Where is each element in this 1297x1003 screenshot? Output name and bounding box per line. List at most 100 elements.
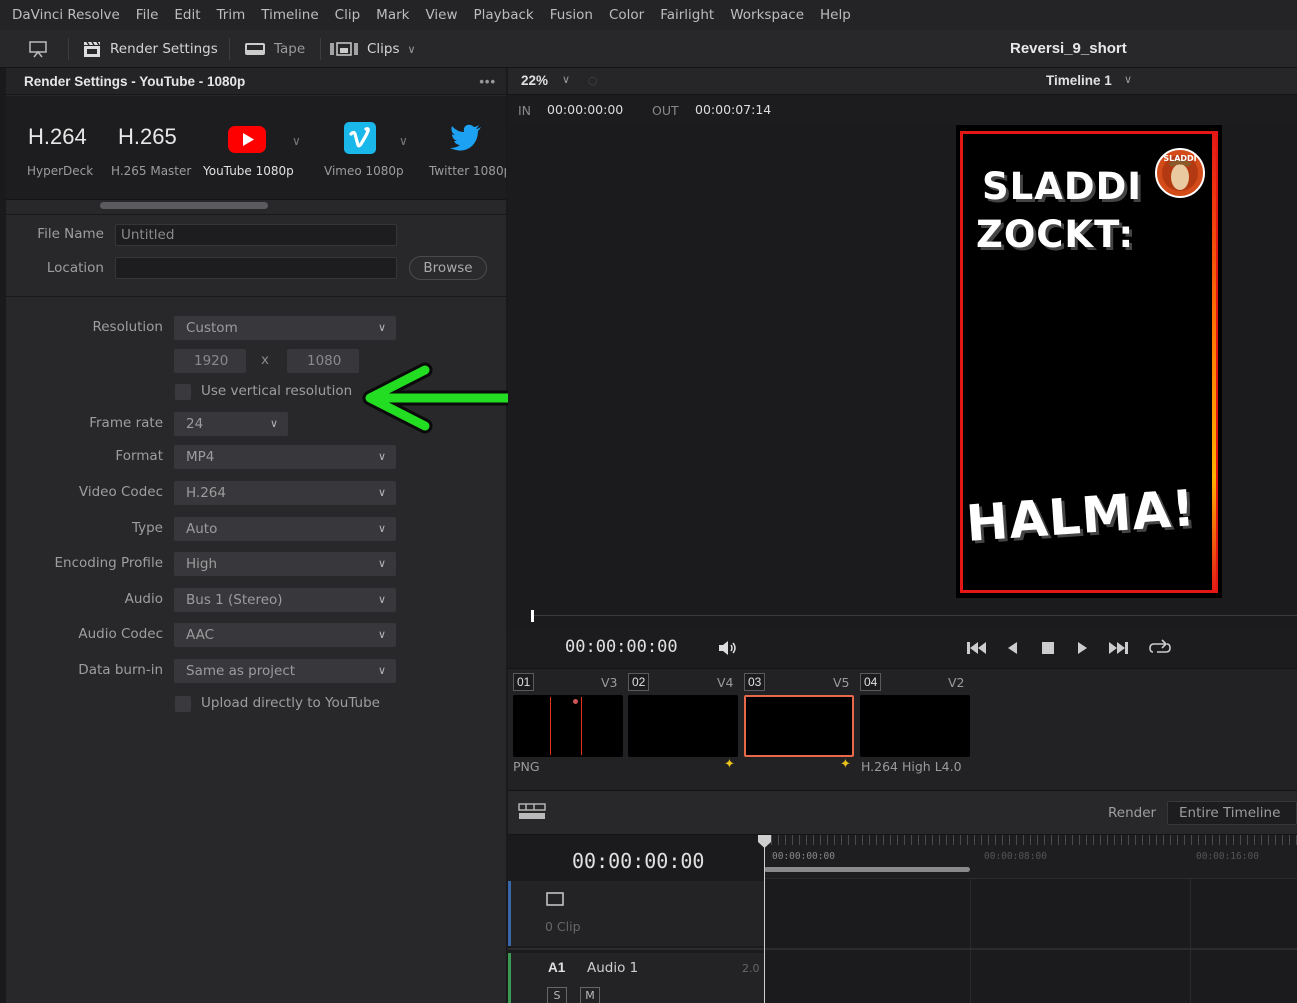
scrub-playhead[interactable] <box>531 610 534 622</box>
file-name-input[interactable]: Untitled <box>115 224 397 246</box>
menu-file[interactable]: File <box>136 7 159 23</box>
video-track-header[interactable]: 0 Clip <box>508 881 764 946</box>
chevron-down-icon: ∨ <box>377 321 386 334</box>
chevron-down-icon: ∨ <box>377 628 386 641</box>
play-reverse-icon[interactable] <box>1005 640 1021 656</box>
menu-workspace[interactable]: Workspace <box>730 7 804 23</box>
scrub-bar[interactable] <box>508 600 1297 630</box>
menu-davinci-resolve[interactable]: DaVinci Resolve <box>12 7 120 23</box>
preset-title: H.264 <box>28 124 87 149</box>
upload-youtube-checkbox[interactable] <box>175 696 191 712</box>
play-icon[interactable] <box>1074 640 1090 656</box>
menu-view[interactable]: View <box>425 7 457 23</box>
chevron-down-icon[interactable]: ∨ <box>399 134 408 148</box>
clip-track: V3 <box>601 675 618 690</box>
solo-button[interactable]: S <box>547 987 567 1003</box>
frame-text-line2: ZOCKT: <box>976 213 1135 256</box>
file-name-label: File Name <box>37 226 104 242</box>
clip-thumbnail-01[interactable] <box>513 695 623 757</box>
browse-button[interactable]: Browse <box>409 256 487 280</box>
render-range-select[interactable]: Entire Timeline <box>1167 801 1297 825</box>
preset-strip: H.264 HyperDeck H.265 H.265 Master ∨ You… <box>6 96 506 200</box>
clips-button[interactable]: Clips ∨ <box>329 30 416 68</box>
render-range-value: Entire Timeline <box>1179 805 1281 821</box>
menu-mark[interactable]: Mark <box>376 7 409 23</box>
menu-clip[interactable]: Clip <box>335 7 361 23</box>
audio-track-name[interactable]: Audio 1 <box>587 960 638 976</box>
type-select[interactable]: Auto ∨ <box>174 517 396 541</box>
menu-bar: DaVinci Resolve File Edit Trim Timeline … <box>0 0 1297 30</box>
menu-help[interactable]: Help <box>820 7 851 23</box>
render-settings-label: Render Settings <box>110 41 218 57</box>
in-label: IN <box>518 103 532 118</box>
mute-button[interactable]: M <box>580 987 600 1003</box>
in-timecode[interactable]: 00:00:00:00 <box>547 102 623 117</box>
ruler-tick-16: 00:00:16:00 <box>1196 851 1259 862</box>
skip-to-end-icon[interactable] <box>1106 640 1130 656</box>
audio-select[interactable]: Bus 1 (Stereo) ∨ <box>174 588 396 612</box>
preset-twitter-1080p[interactable]: Twitter 1080p <box>424 96 506 199</box>
data-burnin-value: Same as project <box>186 663 296 679</box>
location-input[interactable] <box>115 257 397 279</box>
clips-icon <box>330 42 358 56</box>
playhead-handle-icon[interactable] <box>757 835 772 849</box>
menu-edit[interactable]: Edit <box>174 7 200 23</box>
resolution-x: x <box>261 352 269 368</box>
video-frame: SLADDI ZOCKT: HALMA! SLADDI <box>956 125 1222 598</box>
skip-to-start-icon[interactable] <box>965 640 989 656</box>
preset-label: Vimeo 1080p <box>324 164 404 178</box>
menu-trim[interactable]: Trim <box>217 7 246 23</box>
chevron-down-icon[interactable]: ∨ <box>562 73 570 86</box>
preset-vimeo-1080p[interactable]: ∨ Vimeo 1080p <box>316 96 416 199</box>
chevron-down-icon[interactable]: ∨ <box>292 134 301 148</box>
clip-thumbnail-02[interactable] <box>628 695 738 757</box>
timeline-playhead[interactable] <box>764 835 765 1003</box>
clip-thumbnail-04[interactable] <box>860 695 970 757</box>
menu-fusion[interactable]: Fusion <box>550 7 593 23</box>
more-options-icon[interactable]: ••• <box>479 68 496 95</box>
menu-color[interactable]: Color <box>609 7 644 23</box>
format-select[interactable]: MP4 ∨ <box>174 445 396 469</box>
vertical-resolution-checkbox[interactable] <box>175 384 191 400</box>
audio-codec-label: Audio Codec <box>78 626 163 642</box>
out-timecode[interactable]: 00:00:07:14 <box>695 102 771 117</box>
preset-hyperdeck[interactable]: H.264 HyperDeck <box>6 96 96 199</box>
loop-icon[interactable] <box>1148 638 1172 658</box>
height-input[interactable]: 1080 <box>287 349 359 373</box>
timeline-select[interactable]: Timeline 1 <box>1046 73 1112 88</box>
frame-rate-select[interactable]: 24 ∨ <box>174 412 288 436</box>
render-settings-button[interactable]: Render Settings <box>82 30 218 68</box>
video-codec-label: Video Codec <box>78 484 163 500</box>
timeline-view-icon[interactable] <box>518 803 546 821</box>
timeline-ruler[interactable]: 00:00:00:00 00:00:08:00 00:00:16:00 <box>764 835 1297 879</box>
stop-icon[interactable] <box>1040 640 1056 656</box>
preset-scrollbar[interactable] <box>100 202 268 209</box>
project-title: Reversi_9_short <box>1010 40 1127 57</box>
chevron-down-icon: ∨ <box>377 593 386 606</box>
preset-h265-master[interactable]: H.265 H.265 Master <box>101 96 196 199</box>
tape-icon <box>245 43 265 55</box>
audio-track-header[interactable]: A1 Audio 1 2.0 S M <box>508 953 764 1003</box>
menu-fairlight[interactable]: Fairlight <box>660 7 714 23</box>
volume-icon[interactable] <box>717 639 739 657</box>
width-input[interactable]: 1920 <box>174 349 246 373</box>
monitor-icon[interactable] <box>28 30 48 68</box>
audio-codec-select[interactable]: AAC ∨ <box>174 623 396 647</box>
clip-number: 01 <box>513 673 535 691</box>
type-value: Auto <box>186 521 218 537</box>
chevron-down-icon[interactable]: ∨ <box>1124 73 1132 86</box>
menu-timeline[interactable]: Timeline <box>261 7 318 23</box>
preset-youtube-1080p[interactable]: ∨ YouTube 1080p <box>200 96 310 199</box>
encoding-profile-select[interactable]: High ∨ <box>174 552 396 576</box>
render-settings-panel: Render Settings - YouTube - 1080p ••• H.… <box>6 68 506 1003</box>
video-codec-select[interactable]: H.264 ∨ <box>174 481 396 505</box>
data-burnin-select[interactable]: Same as project ∨ <box>174 659 396 683</box>
video-viewer[interactable]: SLADDI ZOCKT: HALMA! SLADDI <box>508 125 1297 600</box>
clip-thumbnail-03[interactable] <box>744 695 854 757</box>
resolution-select[interactable]: Custom ∨ <box>174 316 396 340</box>
menu-playback[interactable]: Playback <box>474 7 534 23</box>
range-bar[interactable] <box>764 867 970 872</box>
tape-button[interactable]: Tape <box>244 30 305 68</box>
preset-label: Twitter 1080p <box>429 164 506 178</box>
zoom-select[interactable]: 22% <box>521 73 548 88</box>
